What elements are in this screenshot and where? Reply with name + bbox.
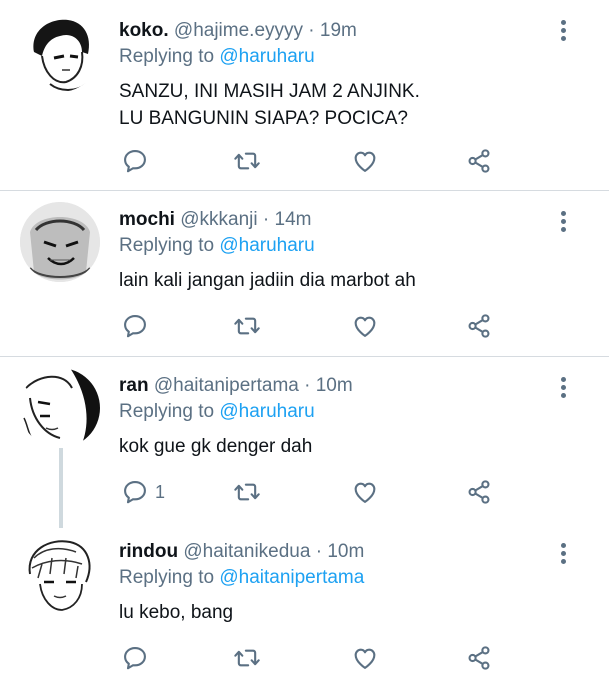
reply-button[interactable] <box>121 312 155 340</box>
tweet-header: ran @haitanipertama · 10m <box>119 374 559 398</box>
retweet-icon <box>233 312 261 340</box>
retweet-button[interactable] <box>233 478 261 506</box>
display-name[interactable]: rindou <box>119 541 178 562</box>
like-button[interactable] <box>351 147 379 175</box>
reply-icon <box>121 644 149 672</box>
tweet-header: koko. @hajime.eyyyy · 19m <box>119 19 559 43</box>
avatar[interactable] <box>20 202 100 282</box>
replying-to-label: Replying to <box>119 235 220 256</box>
replying-to-label: Replying to <box>119 401 220 422</box>
timestamp[interactable]: 10m <box>327 541 364 562</box>
heart-icon <box>351 312 379 340</box>
replying-to-label: Replying to <box>119 46 220 67</box>
tweet-actions <box>119 644 509 674</box>
timestamp[interactable]: 19m <box>320 20 357 41</box>
like-button[interactable] <box>351 478 379 506</box>
replying-to-label: Replying to <box>119 567 220 588</box>
share-icon <box>465 147 493 175</box>
tweet-header: mochi @kkkanji · 14m <box>119 208 559 232</box>
share-icon <box>465 644 493 672</box>
more-vertical-icon[interactable] <box>561 377 569 401</box>
separator-dot: · <box>308 20 315 41</box>
reply-button[interactable]: 1 <box>121 478 165 506</box>
avatar[interactable] <box>20 12 100 92</box>
tweet-actions: 1 <box>119 478 509 508</box>
tweet-text: lu kebo, bang <box>119 599 559 626</box>
display-name[interactable]: koko. <box>119 20 169 41</box>
avatar-drawing <box>20 12 100 92</box>
tweet-text-line: LU BANGUNIN SIAPA? POCICA? <box>119 108 408 129</box>
tweet-text-line: lu kebo, bang <box>119 602 234 623</box>
avatar[interactable] <box>20 368 100 448</box>
heart-icon <box>351 147 379 175</box>
like-button[interactable] <box>351 644 379 672</box>
more-vertical-icon[interactable] <box>561 211 569 235</box>
reply-icon <box>121 312 149 340</box>
retweet-icon <box>233 644 261 672</box>
reply-count: 1 <box>155 481 166 502</box>
heart-icon <box>351 478 379 506</box>
tweet-text: kok gue gk denger dah <box>119 433 559 460</box>
tweet-koko[interactable]: koko. @hajime.eyyyy · 19m Replying to @h… <box>0 0 609 190</box>
tweet-text: SANZU, INI MASIH JAM 2 ANJINK. LU BANGUN… <box>119 78 559 132</box>
replying-to-link[interactable]: @haruharu <box>219 235 314 256</box>
share-button[interactable] <box>465 147 493 175</box>
share-button[interactable] <box>465 312 493 340</box>
tweet-ran[interactable]: ran @haitanipertama · 10m Replying to @h… <box>0 356 609 528</box>
retweet-button[interactable] <box>233 312 261 340</box>
timestamp[interactable]: 14m <box>275 209 312 230</box>
user-handle[interactable]: @haitanikedua <box>183 541 310 562</box>
display-name[interactable]: mochi <box>119 209 175 230</box>
retweet-button[interactable] <box>233 147 261 175</box>
tweet-text-line: lain kali jangan jadiin dia marbot ah <box>119 270 416 291</box>
tweet-mochi[interactable]: mochi @kkkanji · 14m Replying to @haruha… <box>0 190 609 356</box>
reply-icon <box>121 147 149 175</box>
share-button[interactable] <box>465 644 493 672</box>
avatar-drawing <box>20 534 100 614</box>
user-handle[interactable]: @haitanipertama <box>154 375 299 396</box>
replying-to: Replying to @haitanipertama <box>119 566 559 590</box>
tweet-actions <box>119 147 509 177</box>
separator-dot: · <box>262 209 270 230</box>
retweet-icon <box>233 478 261 506</box>
avatar-drawing <box>20 368 100 448</box>
separator-dot: · <box>304 375 311 396</box>
heart-icon <box>351 644 379 672</box>
replying-to-link[interactable]: @haruharu <box>219 401 314 422</box>
retweet-button[interactable] <box>233 644 261 672</box>
replying-to: Replying to @haruharu <box>119 234 559 258</box>
tweet-text: lain kali jangan jadiin dia marbot ah <box>119 267 559 294</box>
like-button[interactable] <box>351 312 379 340</box>
reply-button[interactable] <box>121 147 155 175</box>
timestamp[interactable]: 10m <box>316 375 353 396</box>
display-name[interactable]: ran <box>119 375 149 396</box>
reply-icon <box>121 478 149 506</box>
avatar-drawing <box>20 202 100 282</box>
tweet-header: rindou @haitanikedua · 10m <box>119 540 559 564</box>
tweet-text-line: SANZU, INI MASIH JAM 2 ANJINK. <box>119 81 420 102</box>
user-handle[interactable]: @kkkanji <box>180 209 257 230</box>
replying-to: Replying to @haruharu <box>119 400 559 424</box>
tweet-text-line: kok gue gk denger dah <box>119 436 313 457</box>
more-vertical-icon[interactable] <box>561 20 569 44</box>
avatar[interactable] <box>20 534 100 614</box>
replying-to-link[interactable]: @haitanipertama <box>219 567 364 588</box>
share-icon <box>465 312 493 340</box>
share-icon <box>465 478 493 506</box>
user-handle[interactable]: @hajime.eyyyy <box>174 20 303 41</box>
replying-to-link[interactable]: @haruharu <box>219 46 314 67</box>
share-button[interactable] <box>465 478 493 506</box>
more-vertical-icon[interactable] <box>561 543 569 567</box>
tweet-actions <box>119 312 509 342</box>
retweet-icon <box>233 147 261 175</box>
reply-button[interactable] <box>121 644 155 672</box>
thread-line <box>59 448 63 528</box>
separator-dot: · <box>315 541 323 562</box>
tweet-rindou[interactable]: rindou @haitanikedua · 10m Replying to @… <box>0 522 609 680</box>
replying-to: Replying to @haruharu <box>119 45 559 69</box>
